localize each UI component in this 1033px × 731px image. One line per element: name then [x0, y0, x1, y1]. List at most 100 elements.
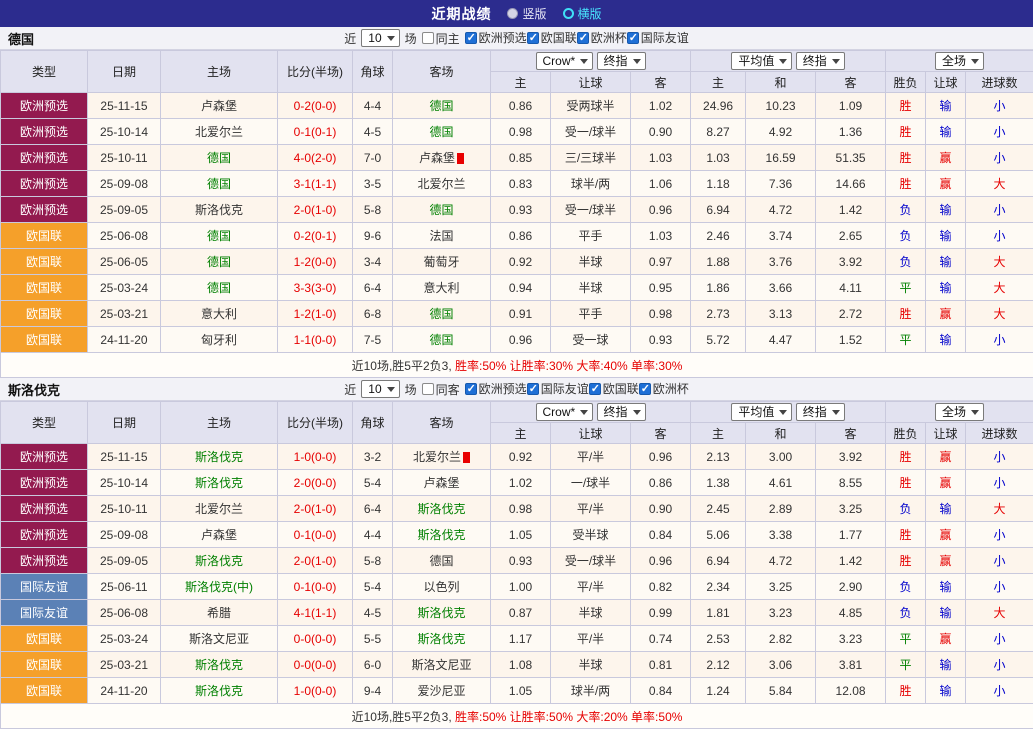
team-name[interactable]: 卢森堡 [419, 151, 455, 165]
crown-odds-home: 1.17 [491, 626, 551, 652]
team-name[interactable]: 斯洛伐克 [195, 658, 243, 672]
competition-checkbox[interactable]: 欧洲预选 [465, 380, 527, 397]
summary-record: 近10场,胜5平2负3, [352, 710, 452, 724]
crown-odds-away: 0.74 [631, 626, 691, 652]
result-goals: 大 [966, 600, 1033, 626]
team-name[interactable]: 德国 [429, 99, 453, 113]
average-odds-group-header: 平均值 终指 [691, 402, 886, 423]
team-name[interactable]: 匈牙利 [201, 333, 237, 347]
team-name[interactable]: 斯洛伐克 [417, 502, 465, 516]
result-winloss: 负 [886, 496, 926, 522]
home-team-cell: 斯洛文尼亚 [161, 626, 278, 652]
result-goals: 小 [966, 574, 1033, 600]
crown-odds-handicap: 受半球 [551, 522, 631, 548]
team-name[interactable]: 意大利 [201, 307, 237, 321]
result-winloss: 平 [886, 275, 926, 301]
section-summary: 近10场,胜5平2负3, 胜率:50% 让胜率:30% 大率:40% 单率:30… [1, 353, 1033, 378]
layout-option-horizontal[interactable]: 横版 [563, 5, 602, 22]
team-name[interactable]: 德国 [207, 281, 231, 295]
average-stage-select[interactable]: 终指 [796, 403, 845, 421]
home-team-cell: 卢森堡 [161, 522, 278, 548]
crown-odds-home: 0.86 [491, 93, 551, 119]
average-select[interactable]: 平均值 [731, 403, 792, 421]
team-name[interactable]: 以色列 [423, 580, 459, 594]
same-venue-checkbox[interactable]: 同主 [422, 30, 460, 47]
match-date: 25-10-14 [88, 119, 161, 145]
team-name[interactable]: 斯洛文尼亚 [411, 658, 471, 672]
average-select[interactable]: 平均值 [731, 52, 792, 70]
team-name[interactable]: 希腊 [207, 606, 231, 620]
team-name[interactable]: 斯洛伐克 [417, 528, 465, 542]
team-name[interactable]: 斯洛伐克 [195, 554, 243, 568]
match-type-badge: 欧洲预选 [1, 119, 88, 145]
team-name[interactable]: 德国 [207, 151, 231, 165]
team-name[interactable]: 斯洛伐克(中) [185, 580, 253, 594]
average-odds-draw: 3.13 [746, 301, 816, 327]
scope-select[interactable]: 全场 [935, 52, 984, 70]
team-name[interactable]: 北爱尔兰 [417, 177, 465, 191]
crown-odds-home: 0.92 [491, 249, 551, 275]
match-row: 欧国联25-03-24斯洛文尼亚0-0(0-0)5-5斯洛伐克1.17平/半0.… [1, 626, 1033, 652]
same-venue-checkbox[interactable]: 同客 [422, 381, 460, 398]
checkbox-icon [589, 383, 601, 395]
team-name[interactable]: 斯洛伐克 [417, 632, 465, 646]
competition-checkbox[interactable]: 欧国联 [589, 380, 639, 397]
average-odds-home: 5.72 [691, 327, 746, 353]
team-name[interactable]: 北爱尔兰 [195, 502, 243, 516]
team-name[interactable]: 斯洛伐克 [195, 476, 243, 490]
team-name[interactable]: 爱沙尼亚 [417, 684, 465, 698]
result-goals: 大 [966, 171, 1033, 197]
team-name[interactable]: 卢森堡 [423, 476, 459, 490]
team-name[interactable]: 德国 [429, 203, 453, 217]
competition-checkbox[interactable]: 欧洲杯 [577, 29, 627, 46]
team-name[interactable]: 德国 [207, 255, 231, 269]
competition-checkbox[interactable]: 欧国联 [527, 29, 577, 46]
match-count-select[interactable]: 10 [361, 380, 399, 398]
team-name[interactable]: 法国 [429, 229, 453, 243]
result-handicap: 赢 [926, 145, 966, 171]
corner-score: 5-5 [353, 626, 393, 652]
scope-select[interactable]: 全场 [935, 403, 984, 421]
bookmaker-stage-select[interactable]: 终指 [597, 52, 646, 70]
competition-checkbox[interactable]: 欧洲预选 [465, 29, 527, 46]
match-type-badge: 欧洲预选 [1, 444, 88, 470]
bookmaker-select[interactable]: Crow* [536, 403, 594, 421]
bookmaker-select[interactable]: Crow* [536, 52, 594, 70]
away-team-cell: 法国 [393, 223, 491, 249]
corner-score: 6-4 [353, 496, 393, 522]
chevron-down-icon [633, 410, 641, 415]
team-name[interactable]: 北爱尔兰 [195, 125, 243, 139]
team-name[interactable]: 德国 [429, 554, 453, 568]
team-name[interactable]: 斯洛伐克 [417, 606, 465, 620]
subcol-crown-home: 主 [491, 423, 551, 444]
team-name[interactable]: 德国 [429, 307, 453, 321]
team-name[interactable]: 卢森堡 [201, 528, 237, 542]
corner-score: 6-0 [353, 652, 393, 678]
team-name[interactable]: 斯洛伐克 [195, 450, 243, 464]
team-name[interactable]: 斯洛文尼亚 [189, 632, 249, 646]
team-name[interactable]: 德国 [429, 125, 453, 139]
match-row: 国际友谊25-06-08希腊4-1(1-1)4-5斯洛伐克0.87半球0.991… [1, 600, 1033, 626]
bookmaker-stage-select[interactable]: 终指 [597, 403, 646, 421]
team-name[interactable]: 意大利 [423, 281, 459, 295]
competition-checkbox[interactable]: 欧洲杯 [639, 380, 689, 397]
competition-checkbox[interactable]: 国际友谊 [527, 380, 589, 397]
chevron-down-icon [387, 36, 395, 41]
crown-odds-away: 0.84 [631, 678, 691, 704]
team-name[interactable]: 斯洛伐克 [195, 684, 243, 698]
team-name[interactable]: 德国 [429, 333, 453, 347]
team-name[interactable]: 斯洛伐克 [195, 203, 243, 217]
result-group-header: 全场 [886, 402, 1033, 423]
competition-checkbox[interactable]: 国际友谊 [627, 29, 689, 46]
team-name[interactable]: 葡萄牙 [423, 255, 459, 269]
match-type-badge: 国际友谊 [1, 574, 88, 600]
team-name[interactable]: 德国 [207, 229, 231, 243]
team-name[interactable]: 北爱尔兰 [413, 450, 461, 464]
home-team-cell: 德国 [161, 275, 278, 301]
team-name[interactable]: 德国 [207, 177, 231, 191]
corner-score: 5-8 [353, 197, 393, 223]
average-stage-select[interactable]: 终指 [796, 52, 845, 70]
match-count-select[interactable]: 10 [361, 29, 399, 47]
layout-option-vertical[interactable]: 竖版 [507, 5, 546, 22]
team-name[interactable]: 卢森堡 [201, 99, 237, 113]
